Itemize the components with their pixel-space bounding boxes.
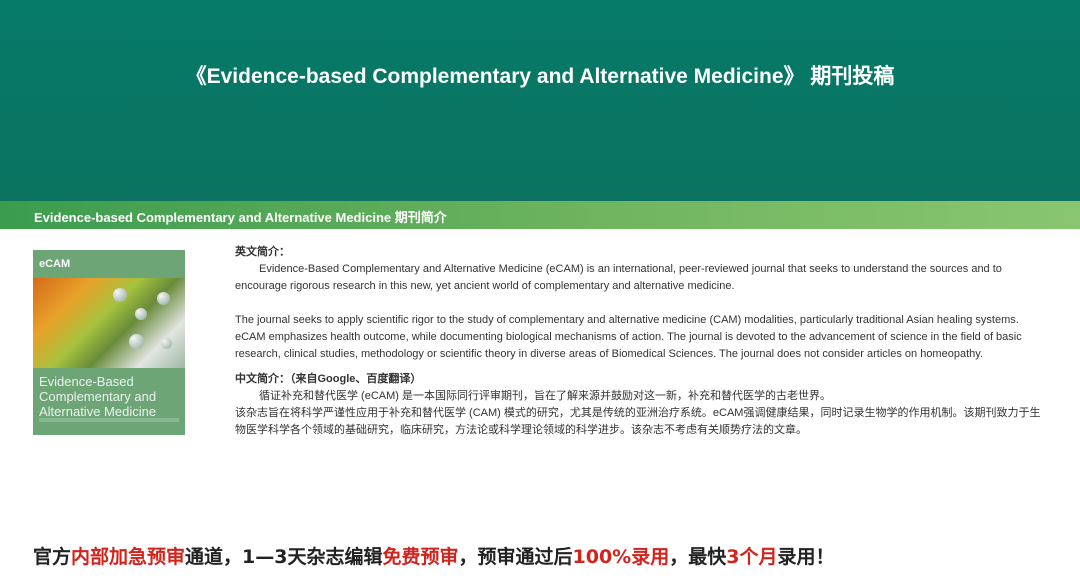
page-title: 《Evidence-based Complementary and Altern… (185, 65, 895, 88)
journal-description: 英文简介： Evidence-Based Complementary and A… (235, 244, 1050, 439)
english-paragraph-1: Evidence-Based Complementary and Alterna… (235, 263, 1002, 292)
section-header-bar: Evidence-based Complementary and Alterna… (0, 201, 1080, 229)
cover-title: Evidence-Based Complementary and Alterna… (39, 374, 157, 419)
journal-cover-image: eCAM Evidence-Based Complementary and Al… (33, 250, 185, 435)
chinese-paragraph-2: 该杂志旨在将科学严谨性应用于补充和替代医学 (CAM) 模式的研究，尤其是传统的… (235, 407, 1041, 436)
section-title: Evidence-based Complementary and Alterna… (34, 210, 447, 225)
english-label: 英文简介： (235, 246, 290, 258)
chinese-paragraph-1: 循证补充和替代医学 (eCAM) 是一本国际同行评审期刊，旨在了解来源并鼓励对这… (259, 390, 831, 402)
cover-artwork (33, 278, 185, 368)
header-banner: 《Evidence-based Complementary and Altern… (0, 0, 1080, 201)
english-paragraph-2: The journal seeks to apply scientific ri… (235, 314, 1022, 360)
chinese-label: 中文简介：（来自Google、百度翻译） (235, 373, 422, 385)
promo-banner-text: 官方内部加急预审通道，1—3天杂志编辑免费预审，预审通过后100%录用，最快3个… (33, 546, 835, 568)
cover-footer-strip (39, 418, 179, 422)
cover-logo: eCAM (39, 258, 71, 270)
